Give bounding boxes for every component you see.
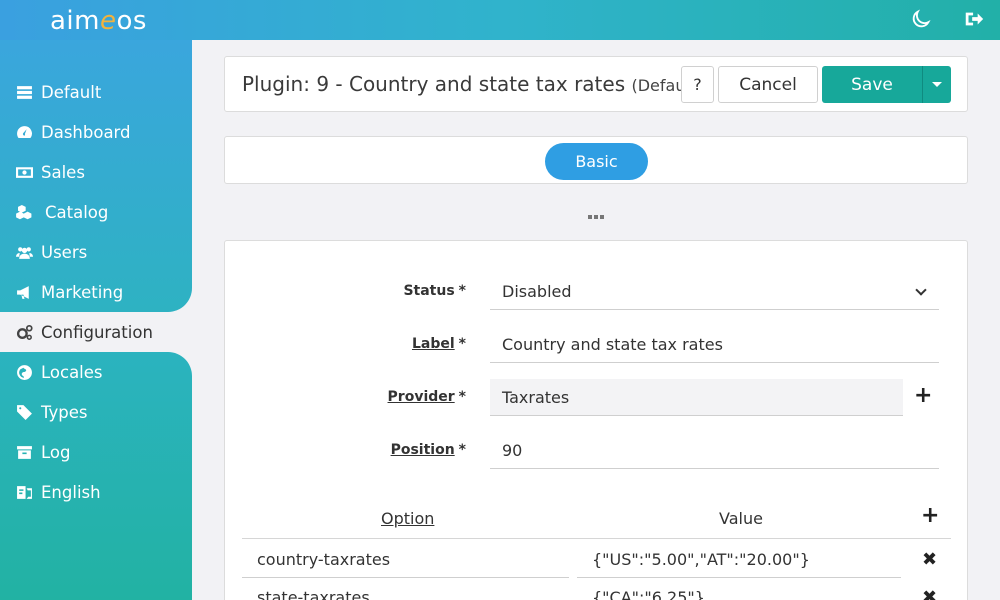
provider-label-wrap: Provider *: [225, 389, 466, 409]
sidebar-item-types[interactable]: Types: [16, 400, 88, 424]
users-icon: [16, 246, 33, 259]
sidebar-item-label: Configuration: [41, 322, 153, 342]
help-button[interactable]: ?: [681, 66, 714, 103]
sidebar-item-label: Log: [41, 442, 71, 462]
tab-basic[interactable]: Basic: [545, 143, 648, 180]
sidebar-item-locales[interactable]: Locales: [16, 360, 103, 384]
label-label-wrap: Label *: [225, 336, 466, 356]
status-value: Disabled: [502, 281, 572, 301]
caret-down-icon: [932, 82, 942, 87]
form-card: Status * Disabled Label * Country and stat…: [224, 240, 968, 600]
provider-input[interactable]: Taxrates: [490, 379, 903, 416]
option-key-input[interactable]: state-taxrates: [242, 579, 569, 600]
page-title: Plugin: 9 - Country and state tax rates …: [242, 72, 702, 96]
moon-icon[interactable]: [910, 8, 932, 30]
aimeos-logo[interactable]: aimeos: [50, 6, 147, 36]
sidebar-item-sales[interactable]: Sales: [16, 160, 85, 184]
more-tabs-icon[interactable]: [588, 215, 604, 219]
remove-option-icon[interactable]: ✖: [922, 551, 937, 569]
help-button-label: ?: [693, 75, 702, 94]
provider-label: Provider *: [387, 389, 466, 405]
position-input[interactable]: 90: [490, 432, 939, 469]
logout-icon[interactable]: [963, 8, 985, 30]
provider-value: Taxrates: [502, 387, 570, 407]
cogs-icon: [16, 324, 33, 340]
sidebar-item-label: Sales: [41, 162, 85, 182]
sidebar-item-default[interactable]: Default: [16, 80, 101, 104]
archive-icon: [17, 445, 32, 459]
sidebar-item-label: Default: [41, 82, 102, 102]
money-icon: [16, 166, 33, 178]
page-title-text: Plugin: 9 - Country and state tax rates: [242, 72, 626, 96]
logo-text-prefix: aim: [50, 6, 100, 36]
sidebar-item-label: English: [41, 482, 101, 502]
save-button[interactable]: Save: [822, 66, 922, 103]
sidebar-item-english[interactable]: English: [16, 480, 101, 504]
status-select[interactable]: Disabled: [490, 273, 939, 310]
sidebar-item-catalog[interactable]: Catalog: [16, 200, 108, 224]
tabs-card: Basic: [224, 136, 968, 184]
sidebar: Default Dashboard Sales Catalog Users Ma…: [0, 40, 192, 600]
status-label: Status *: [403, 283, 466, 299]
save-options-dropdown[interactable]: [922, 66, 951, 103]
sidebar-item-label: Locales: [41, 362, 103, 382]
option-value-input[interactable]: {"CA":"6.25"}: [577, 579, 901, 600]
table-header-divider: [242, 538, 951, 539]
cubes-icon: [16, 204, 32, 219]
save-button-label: Save: [851, 74, 893, 95]
chevron-down-icon: [915, 284, 927, 296]
sidebar-item-label: Marketing: [41, 282, 124, 302]
value-column-header: Value: [719, 509, 763, 528]
sidebar-item-label: Users: [41, 242, 88, 262]
header-card: Plugin: 9 - Country and state tax rates …: [224, 56, 968, 112]
label-label: Label *: [411, 336, 466, 352]
sidebar-item-label: Dashboard: [41, 122, 131, 142]
sidebar-item-label: Catalog: [45, 202, 109, 222]
sidebar-item-marketing[interactable]: Marketing: [16, 280, 123, 304]
cancel-button[interactable]: Cancel: [718, 66, 818, 103]
globe-icon: [17, 364, 32, 380]
sidebar-item-configuration[interactable]: Configuration: [16, 320, 153, 344]
option-key-input[interactable]: country-taxrates: [242, 541, 569, 578]
gauge-icon: [17, 125, 32, 138]
tag-icon: [17, 404, 32, 420]
megaphone-icon: [17, 285, 29, 299]
sidebar-item-dashboard[interactable]: Dashboard: [16, 120, 131, 144]
label-value: Country and state tax rates: [502, 334, 723, 354]
position-label-wrap: Position *: [225, 442, 466, 462]
remove-option-icon[interactable]: ✖: [922, 589, 937, 600]
add-option-plus-icon[interactable]: +: [921, 505, 939, 527]
cancel-button-label: Cancel: [739, 74, 797, 95]
option-value-input[interactable]: {"US":"5.00","AT":"20.00"}: [577, 541, 901, 578]
server-icon: [17, 85, 32, 99]
tab-basic-label: Basic: [575, 152, 618, 171]
sidebar-bottom-panel: [0, 352, 192, 600]
sidebar-item-label: Types: [41, 402, 88, 422]
top-bar: aimeos: [0, 0, 1000, 40]
label-input[interactable]: Country and state tax rates: [490, 326, 939, 363]
option-column-header[interactable]: Option: [381, 509, 434, 528]
logo-text-e: e: [99, 6, 117, 36]
position-value: 90: [502, 440, 523, 460]
language-icon: [17, 485, 32, 499]
status-label-wrap: Status *: [225, 283, 466, 303]
sidebar-item-users[interactable]: Users: [16, 240, 87, 264]
position-label: Position *: [390, 442, 466, 458]
sidebar-item-log[interactable]: Log: [16, 440, 70, 464]
logo-text-suffix: os: [116, 6, 147, 36]
add-provider-plus-icon[interactable]: +: [914, 385, 932, 407]
